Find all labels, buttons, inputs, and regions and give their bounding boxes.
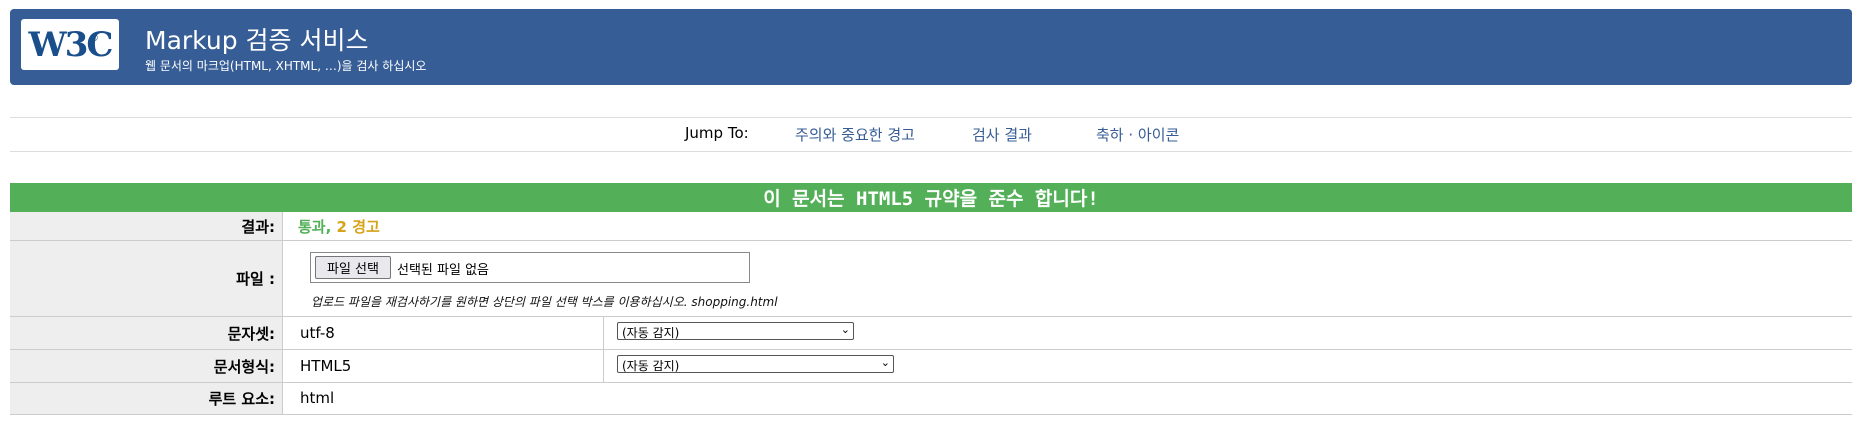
row-root-element: 루트 요소: html (10, 383, 1852, 415)
doctype-select-cell: (자동 감지) ⌄ (603, 350, 894, 382)
header-banner: W3C ® Markup 검증 서비스 웹 문서의 마크업(HTML, XHTM… (10, 9, 1852, 85)
root-element-value: html (300, 389, 335, 407)
result-status: 통과, 2 경고 (298, 216, 380, 237)
charset-select-value: (자동 감지) (622, 326, 680, 340)
logo-text: W3C (28, 24, 114, 65)
page-subtitle: 웹 문서의 마크업(HTML, XHTML, …)을 검사 하십시오 (145, 59, 427, 73)
charset-select[interactable]: (자동 감지) ⌄ (617, 322, 854, 340)
file-input[interactable]: 파일 선택 선택된 파일 없음 (310, 252, 750, 283)
logo-registered-mark: ® (89, 33, 99, 44)
doctype-select[interactable]: (자동 감지) ⌄ (617, 355, 894, 373)
label-file: 파일 : (10, 241, 283, 316)
jump-link-warnings[interactable]: 주의와 중요한 경고 (795, 124, 915, 145)
chevron-down-icon: ⌄ (880, 356, 890, 369)
file-help-text: 업로드 파일을 재검사하기를 원하면 상단의 파일 선택 박스를 이용하십시오.… (311, 295, 778, 309)
result-headline: 이 문서는 HTML5 규약을 준수 합니다! (10, 183, 1852, 212)
w3c-logo[interactable]: W3C ® (21, 19, 119, 70)
page-title: Markup 검증 서비스 (145, 26, 369, 55)
jump-label: Jump To: (685, 124, 749, 142)
row-charset: 문자셋: utf-8 (자동 감지) ⌄ (10, 317, 1852, 350)
row-file: 파일 : 파일 선택 선택된 파일 없음 업로드 파일을 재검사하기를 원하면 … (10, 241, 1852, 317)
result-pass: 통과, (298, 218, 332, 236)
label-doctype: 문서형식: (10, 350, 283, 382)
chevron-down-icon: ⌄ (840, 323, 850, 336)
jump-nav: Jump To: 주의와 중요한 경고 검사 결과 축하 · 아이콘 (10, 117, 1852, 152)
jump-link-congrats-icons[interactable]: 축하 · 아이콘 (1096, 124, 1179, 145)
file-status: 선택된 파일 없음 (397, 263, 489, 278)
charset-value: utf-8 (300, 324, 335, 342)
row-result: 결과: 통과, 2 경고 (10, 212, 1852, 241)
doctype-value: HTML5 (300, 357, 352, 375)
jump-link-results[interactable]: 검사 결과 (972, 124, 1032, 145)
result-warnings-link[interactable]: 2 경고 (337, 218, 380, 236)
file-choose-button[interactable]: 파일 선택 (315, 256, 391, 279)
doctype-select-value: (자동 감지) (622, 359, 680, 373)
charset-select-cell: (자동 감지) ⌄ (603, 317, 854, 349)
label-charset: 문자셋: (10, 317, 283, 349)
row-doctype: 문서형식: HTML5 (자동 감지) ⌄ (10, 350, 1852, 383)
label-result: 결과: (10, 212, 283, 240)
label-root-element: 루트 요소: (10, 383, 283, 414)
